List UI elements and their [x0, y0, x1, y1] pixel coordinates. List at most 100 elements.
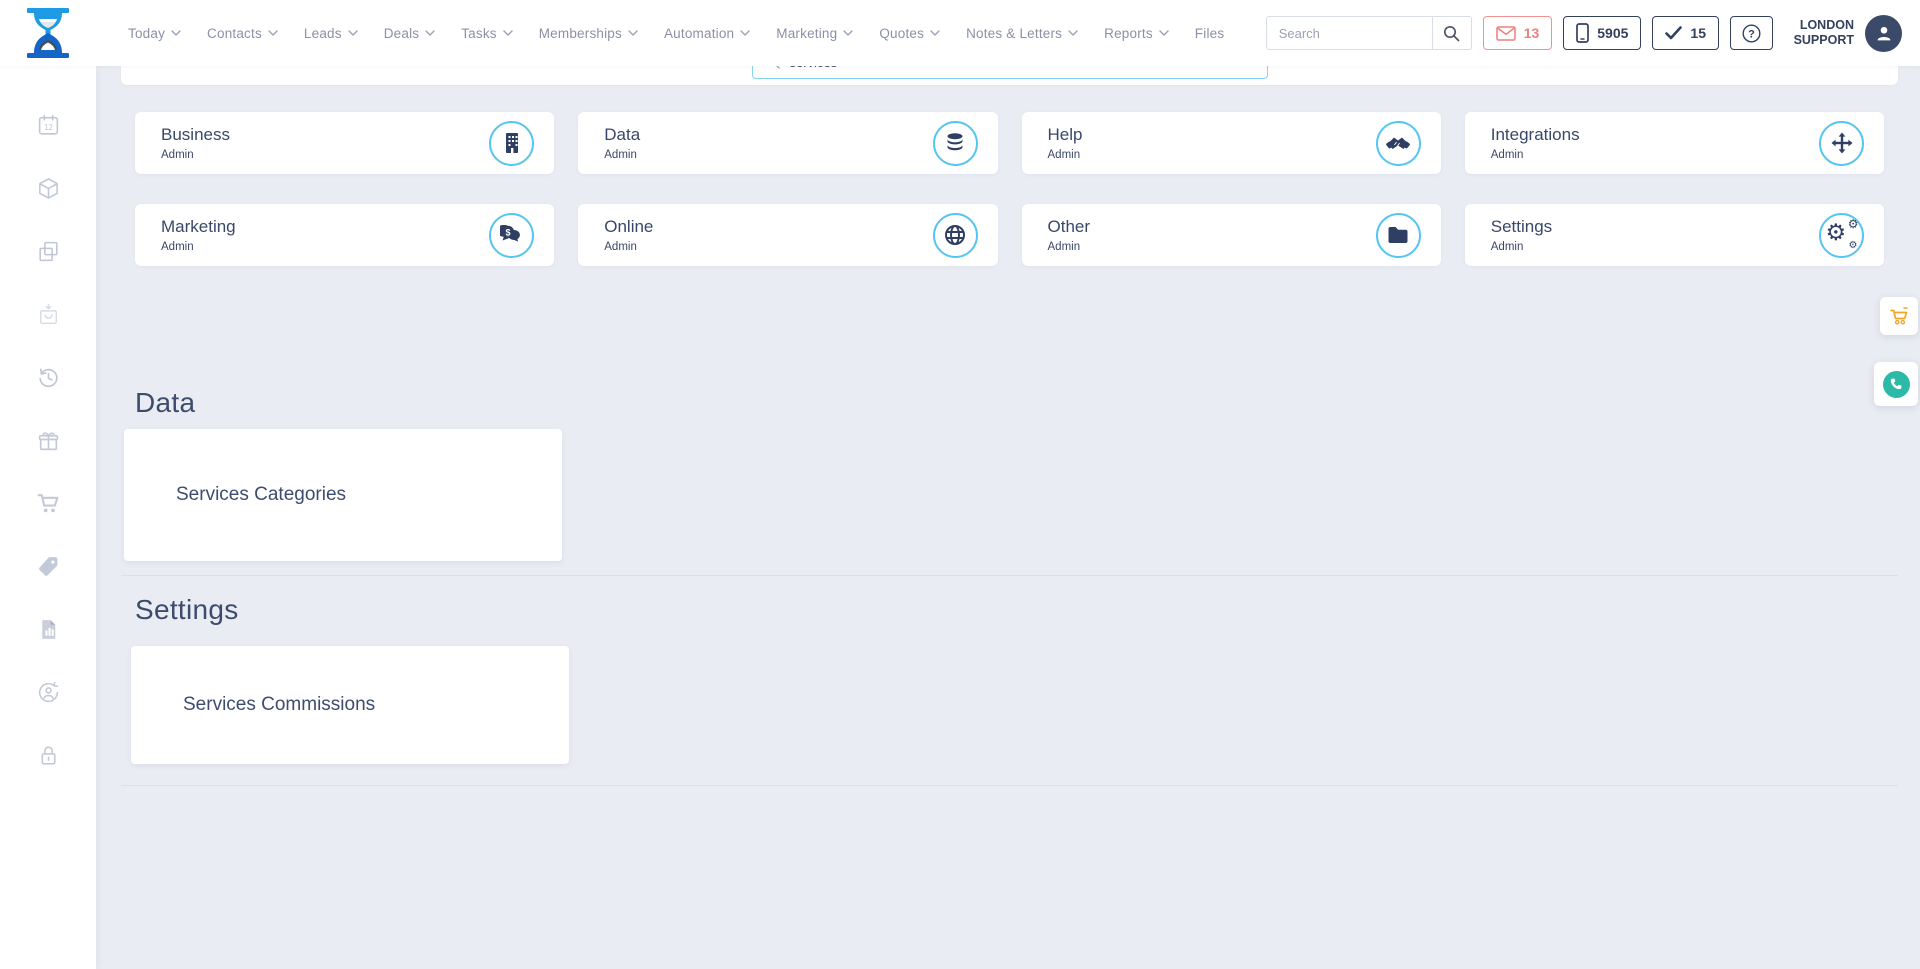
- folder-icon: [1376, 213, 1421, 258]
- admin-card-settings[interactable]: Settings Admin ⚙ ⚙ ⚙: [1465, 204, 1884, 266]
- history-icon[interactable]: [35, 364, 61, 390]
- chevron-down-icon: [171, 30, 181, 36]
- admin-card-text: Other Admin: [1048, 217, 1091, 253]
- admin-card-help[interactable]: Help Admin: [1022, 112, 1441, 174]
- gift-icon[interactable]: [35, 427, 61, 453]
- nav-item-contacts[interactable]: Contacts: [207, 26, 278, 41]
- cube-icon[interactable]: [35, 175, 61, 201]
- result-item-label: Services Categories: [176, 484, 346, 506]
- comments-dollar-icon: $: [489, 213, 534, 258]
- section-heading-data: Data: [135, 387, 1898, 419]
- user-avatar[interactable]: [1865, 15, 1902, 52]
- nav-item-reports[interactable]: Reports: [1104, 26, 1169, 41]
- nav-item-files[interactable]: Files: [1195, 26, 1225, 41]
- chevron-down-icon: [843, 30, 853, 36]
- nav-item-today[interactable]: Today: [128, 26, 181, 41]
- app-logo[interactable]: [0, 7, 96, 59]
- tasks-count: 15: [1690, 25, 1706, 41]
- result-item-services-categories[interactable]: Services Categories: [124, 429, 562, 561]
- nav-item-memberships[interactable]: Memberships: [539, 26, 638, 41]
- topbar-right-cluster: 13 5905 15 ? LONDON SUPPORT: [1266, 15, 1920, 52]
- nav-item-notes-letters[interactable]: Notes & Letters: [966, 26, 1078, 41]
- cart-widget-button[interactable]: [1880, 297, 1918, 335]
- admin-card-integrations[interactable]: Integrations Admin: [1465, 112, 1884, 174]
- user-name: LONDON SUPPORT: [1788, 18, 1854, 48]
- nav-label: Deals: [384, 26, 420, 41]
- nav-label: Contacts: [207, 26, 262, 41]
- global-search-button[interactable]: [1432, 16, 1472, 50]
- gear-small-glyph: ⚙: [1848, 218, 1859, 230]
- chevron-down-icon: [1068, 30, 1078, 36]
- lock-icon[interactable]: [35, 742, 61, 768]
- admin-card-text: Settings Admin: [1491, 217, 1552, 253]
- chevron-down-icon: [503, 30, 513, 36]
- calendar-icon[interactable]: 12: [35, 112, 61, 138]
- main-content: Business Admin Data Admin: [96, 0, 1920, 786]
- section-divider: [121, 575, 1898, 576]
- copy-icon[interactable]: [35, 238, 61, 264]
- person-icon: [1873, 22, 1895, 44]
- admin-cards-grid: Business Admin Data Admin: [121, 112, 1898, 266]
- result-item-services-commissions[interactable]: Services Commissions: [131, 646, 569, 764]
- shopping-bag-download-icon[interactable]: [35, 301, 61, 327]
- nav-label: Automation: [664, 26, 734, 41]
- chevron-down-icon: [930, 30, 940, 36]
- help-button[interactable]: ?: [1730, 16, 1773, 50]
- phone-widget-button[interactable]: [1874, 362, 1918, 406]
- chevron-down-icon: [425, 30, 435, 36]
- report-file-icon[interactable]: [35, 616, 61, 642]
- card-title: Help: [1048, 125, 1083, 145]
- messages-counter-button[interactable]: 13: [1483, 16, 1553, 50]
- top-navbar: Today Contacts Leads Deals Tasks Members…: [0, 0, 1920, 66]
- price-tag-icon[interactable]: [35, 553, 61, 579]
- move-arrows-icon: [1819, 121, 1864, 166]
- admin-card-text: Integrations Admin: [1491, 125, 1580, 161]
- question-circle-icon: ?: [1742, 24, 1761, 43]
- card-title: Marketing: [161, 217, 236, 237]
- nav-label: Tasks: [461, 26, 497, 41]
- svg-text:$: $: [506, 227, 511, 237]
- gear-large-glyph: ⚙: [1826, 222, 1847, 245]
- admin-card-text: Business Admin: [161, 125, 230, 161]
- admin-card-marketing[interactable]: Marketing Admin $: [135, 204, 554, 266]
- building-icon: [489, 121, 534, 166]
- nav-label: Marketing: [776, 26, 837, 41]
- left-sidebar: 12: [0, 66, 96, 969]
- shopping-cart-icon[interactable]: [35, 490, 61, 516]
- nav-item-marketing[interactable]: Marketing: [776, 26, 853, 41]
- account-sync-icon[interactable]: [35, 679, 61, 705]
- admin-card-online[interactable]: Online Admin: [578, 204, 997, 266]
- admin-card-other[interactable]: Other Admin: [1022, 204, 1441, 266]
- admin-card-text: Marketing Admin: [161, 217, 236, 253]
- admin-card-data[interactable]: Data Admin: [578, 112, 997, 174]
- chevron-down-icon: [1159, 30, 1169, 36]
- phone-icon: [1889, 377, 1903, 391]
- global-search-input[interactable]: [1266, 16, 1432, 50]
- section-divider: [121, 785, 1898, 786]
- card-subtitle: Admin: [1491, 149, 1580, 161]
- nav-item-tasks[interactable]: Tasks: [461, 26, 513, 41]
- card-title: Online: [604, 217, 653, 237]
- result-item-label: Services Commissions: [183, 694, 375, 716]
- card-subtitle: Admin: [161, 241, 236, 253]
- tasks-counter-button[interactable]: 15: [1652, 16, 1719, 50]
- nav-item-deals[interactable]: Deals: [384, 26, 436, 41]
- calls-counter-button[interactable]: 5905: [1563, 16, 1641, 50]
- globe-icon: [933, 213, 978, 258]
- handshake-icon: [1376, 121, 1421, 166]
- card-subtitle: Admin: [161, 149, 230, 161]
- gear-tiny-glyph: ⚙: [1849, 241, 1858, 251]
- card-title: Business: [161, 125, 230, 145]
- messages-count: 13: [1524, 25, 1540, 41]
- database-icon: [933, 121, 978, 166]
- hourglass-logo-icon: [25, 7, 71, 59]
- main-navigation: Today Contacts Leads Deals Tasks Members…: [128, 26, 1224, 41]
- nav-item-quotes[interactable]: Quotes: [879, 26, 940, 41]
- admin-card-business[interactable]: Business Admin: [135, 112, 554, 174]
- card-subtitle: Admin: [604, 241, 653, 253]
- nav-item-leads[interactable]: Leads: [304, 26, 358, 41]
- nav-item-automation[interactable]: Automation: [664, 26, 750, 41]
- nav-label: Quotes: [879, 26, 924, 41]
- card-title: Integrations: [1491, 125, 1580, 145]
- search-icon: [1442, 24, 1461, 43]
